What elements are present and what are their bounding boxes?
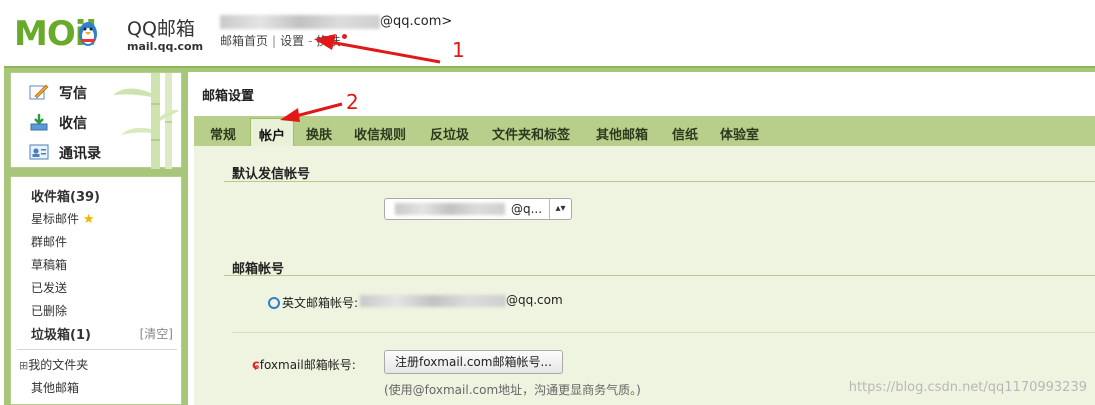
watermark: https://blog.csdn.net/qq1170993239 [848,380,1087,395]
annotation-arrow-2 [280,102,343,122]
account-suffix: @qq.com> [380,14,453,29]
folder-divider [17,349,177,350]
foxmail-account-label-text: foxmail邮箱帐号: [259,358,356,372]
default-sender-title: 默认发信帐号 [232,167,311,182]
folder-group[interactable]: 群邮件 [31,233,67,250]
register-foxmail-button[interactable]: 注册foxmail.com邮箱帐号... [384,350,563,374]
folder-inbox[interactable]: 收件箱(39) [31,186,100,205]
folder-list: 收件箱(39) 星标邮件 ★ 群邮件 草稿箱 已发送 已删除 垃圾箱(1) [清… [10,176,182,405]
foxmail-hint: (使用@foxmail.com地址，沟通更显商务气质。) [384,383,641,397]
section-divider [224,181,1095,182]
tab-lab[interactable]: 体验室 [720,124,759,143]
folder-drafts[interactable]: 草稿箱 [31,256,67,273]
settings-panel: 邮箱设置 常规 帐户 换肤 收信规则 反垃圾 文件夹和标签 其他邮箱 信纸 体验… [188,72,1095,405]
folder-starred-label: 星标邮件 [31,212,80,226]
english-account-label: 英文邮箱帐号: [268,294,358,311]
penguin-icon [79,22,97,46]
logo-domain: mail.qq.com [127,40,204,53]
folder-sent[interactable]: 已发送 [31,279,67,296]
sidebar: 写信 收信 通讯录 收件箱(39) 星标邮件 ★ 群邮件 草稿箱 已发送 已删除… [10,72,182,405]
row-divider [232,332,1095,333]
english-account-value: @qq.com [360,293,563,307]
select-arrows-icon: ▴▾ [549,199,571,219]
logo-product-name: QQ邮箱 [127,18,195,40]
tab-stationery[interactable]: 信纸 [672,124,698,143]
redacted-username [220,14,380,29]
default-sender-value: @q... [511,202,543,216]
english-account-label-text: 英文邮箱帐号: [282,296,359,310]
annotation-arrow-1 [314,34,441,64]
annotation-label-1: 1 [452,38,465,62]
foxmail-account-label: ɕfoxmail邮箱帐号: [252,356,356,373]
english-account-suffix: @qq.com [506,293,563,307]
pencil-icon [29,84,49,100]
tab-other-mailboxes[interactable]: 其他邮箱 [596,124,648,143]
qq-logo-icon [268,297,280,309]
my-folders-label: 我的文件夹 [28,358,89,372]
annotation-label-2: 2 [346,90,359,114]
star-icon: ★ [82,212,95,227]
tab-folders-labels[interactable]: 文件夹和标签 [492,124,570,143]
account-settings-content: 默认发信帐号 @q... ▴▾ 邮箱帐号 英文邮箱帐号: @qq.com ɕfo… [194,146,1095,405]
sidebar-actions: 写信 收信 通讯录 [10,72,182,169]
default-sender-select[interactable]: @q... ▴▾ [384,198,572,220]
folder-my-folders[interactable]: ⊞我的文件夹 [19,356,88,373]
bamboo-decoration-icon [113,73,179,169]
folder-spam[interactable]: 垃圾箱(1) [31,324,91,343]
redacted-english-account [360,294,506,307]
tab-receive-rules[interactable]: 收信规则 [354,124,406,143]
tab-anti-spam[interactable]: 反垃圾 [430,124,469,143]
settings-link[interactable]: 设置 [280,34,304,48]
section-divider [224,275,1095,276]
qq-mail-logo[interactable]: MOil QQ邮箱 mail.qq.com [14,12,204,56]
expand-toggle-icon[interactable]: ⊞ [19,359,28,372]
folder-deleted[interactable]: 已删除 [31,302,67,319]
folder-starred[interactable]: 星标邮件 ★ [31,210,95,227]
tab-skin[interactable]: 换肤 [306,124,332,143]
foxmail-logo-icon: ɕ [252,358,260,373]
mail-home-link[interactable]: 邮箱首页 [220,34,268,48]
contact-card-icon [29,144,49,160]
clear-spam-link[interactable]: [清空] [140,325,173,342]
folder-other-mailboxes[interactable]: 其他邮箱 [31,379,79,396]
account-address: @qq.com> [220,14,452,29]
nav-separator: | [272,34,277,48]
tab-general[interactable]: 常规 [210,124,236,143]
header: MOil QQ邮箱 mail.qq.com @qq.com> 邮箱首页|设置-换… [0,0,1095,68]
redacted-sender [395,203,505,215]
page-title: 邮箱设置 [202,89,255,104]
contacts-label: 通讯录 [59,146,101,162]
compose-label: 写信 [59,86,87,102]
receive-label: 收信 [59,116,87,132]
inbox-download-icon [30,114,48,131]
